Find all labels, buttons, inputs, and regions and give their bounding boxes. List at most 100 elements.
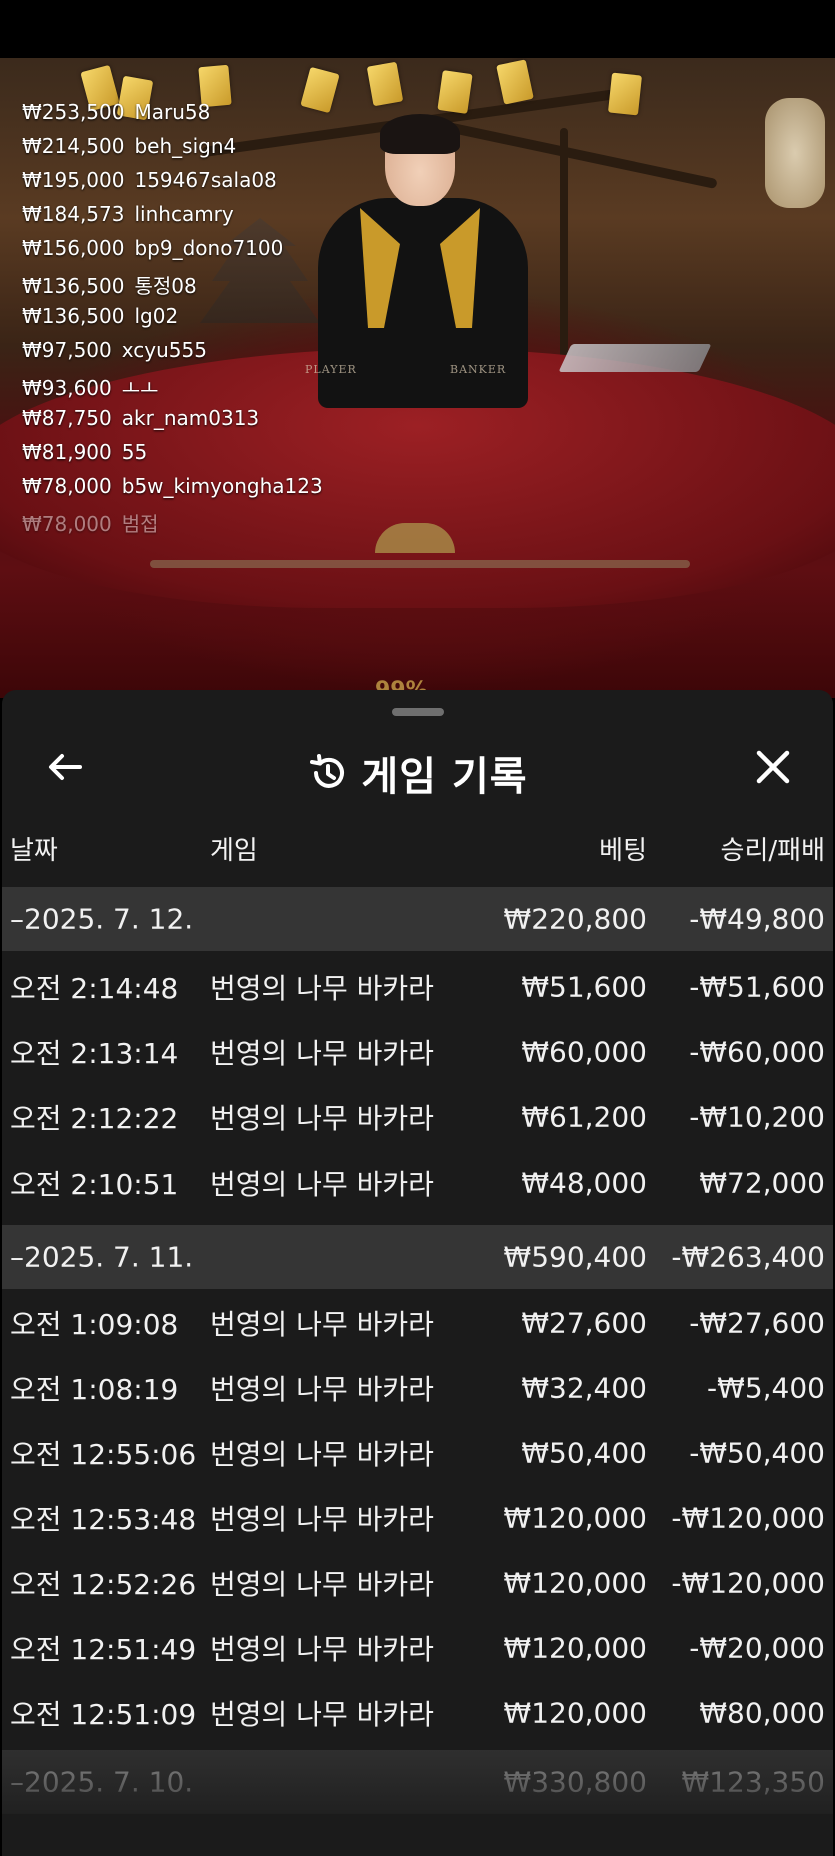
group-date: –2025. 7. 12. (10, 902, 194, 936)
bettor-amount: ₩87,750 (22, 406, 112, 430)
game-time: 오전 12:55:06 (10, 1438, 197, 1471)
bettor-name: linhcamry (134, 202, 234, 226)
game-row[interactable]: 오전 12:55:06 번영의 나무 바카라 ₩50,400 -₩50,400 (2, 1420, 833, 1486)
bettor-name: bp9_dono7100 (134, 236, 284, 260)
gold-card-decoration (366, 61, 404, 107)
bettor-row: ₩78,000 b5w_kimyongha123 (22, 474, 323, 498)
date-group-row[interactable]: –2025. 7. 10. ₩330,800 ₩123,350 (2, 1750, 833, 1814)
game-result: -₩20,000 (689, 1631, 825, 1665)
bettor-row: ₩87,750 akr_nam0313 (22, 406, 259, 430)
game-bet: ₩120,000 (503, 1631, 647, 1665)
table-rim (150, 560, 690, 568)
game-time: 오전 2:13:14 (10, 1037, 179, 1070)
game-name: 번영의 나무 바카라 (210, 1373, 434, 1406)
game-name: 번영의 나무 바카라 (210, 1308, 434, 1341)
bettor-amount: ₩136,500 (22, 304, 125, 328)
game-time: 오전 2:12:22 (10, 1102, 179, 1135)
game-bet: ₩61,200 (521, 1100, 647, 1134)
game-bet: ₩27,600 (521, 1306, 647, 1340)
bettor-name: lg02 (134, 304, 179, 328)
column-header-game: 게임 (210, 836, 258, 866)
game-bet: ₩60,000 (521, 1035, 647, 1069)
bettor-row: ₩214,500 beh_sign4 (22, 134, 236, 158)
bettor-name: xcyu555 (121, 338, 207, 362)
sheet-title: 게임 기록 (2, 744, 833, 802)
game-time: 오전 12:51:49 (10, 1633, 197, 1666)
game-name: 번영의 나무 바카라 (210, 1168, 434, 1201)
bettor-row: ₩78,000 범접 (22, 508, 159, 537)
page-title: 게임 기록 (361, 754, 528, 800)
bettor-amount: ₩253,500 (22, 100, 125, 124)
game-result: -₩51,600 (689, 970, 825, 1004)
game-result: -₩120,000 (671, 1566, 825, 1600)
game-row[interactable]: 오전 2:14:48 번영의 나무 바카라 ₩51,600 -₩51,600 (2, 954, 833, 1020)
bettor-name: 55 (121, 440, 148, 464)
game-row[interactable]: 오전 12:52:26 번영의 나무 바카라 ₩120,000 -₩120,00… (2, 1550, 833, 1616)
card-shoe (558, 344, 712, 372)
game-bet: ₩51,600 (521, 970, 647, 1004)
game-row[interactable]: 오전 12:51:09 번영의 나무 바카라 ₩120,000 ₩80,000 (2, 1680, 833, 1746)
bettor-row: ₩184,573 linhcamry (22, 202, 234, 226)
game-time: 오전 1:08:19 (10, 1373, 179, 1406)
game-result: -₩5,400 (707, 1371, 825, 1405)
gold-card-decoration (300, 66, 340, 114)
gold-card-decoration (607, 72, 643, 116)
game-row[interactable]: 오전 2:13:14 번영의 나무 바카라 ₩60,000 -₩60,000 (2, 1019, 833, 1085)
gold-card-decoration (496, 59, 534, 105)
history-icon (310, 754, 345, 788)
game-name: 번영의 나무 바카라 (210, 1037, 434, 1070)
game-name: 번영의 나무 바카라 (210, 1698, 434, 1731)
game-row[interactable]: 오전 1:09:08 번영의 나무 바카라 ₩27,600 -₩27,600 (2, 1290, 833, 1356)
game-bet: ₩120,000 (503, 1696, 647, 1730)
tree-branch (422, 116, 718, 190)
bettor-amount: ₩184,573 (22, 202, 125, 226)
game-row[interactable]: 오전 2:12:22 번영의 나무 바카라 ₩61,200 -₩10,200 (2, 1084, 833, 1150)
bettor-row: ₩195,000 159467sala08 (22, 168, 277, 192)
bettor-row: ₩253,500 Maru58 (22, 100, 210, 124)
group-result-total: -₩263,400 (671, 1240, 825, 1274)
column-header-bet: 베팅 (599, 836, 647, 866)
game-result: -₩50,400 (689, 1436, 825, 1470)
game-row[interactable]: 오전 1:08:19 번영의 나무 바카라 ₩32,400 -₩5,400 (2, 1355, 833, 1421)
game-row[interactable]: 오전 2:10:51 번영의 나무 바카라 ₩48,000 ₩72,000 (2, 1150, 833, 1216)
game-bet: ₩50,400 (521, 1436, 647, 1470)
game-history-sheet: 게임 기록 날짜 게임 베팅 승리/패배 –2025. 7. 12. ₩220,… (2, 690, 833, 1856)
game-result: ₩72,000 (699, 1166, 825, 1200)
date-group-row[interactable]: –2025. 7. 11. ₩590,400 -₩263,400 (2, 1225, 833, 1289)
date-group-row[interactable]: –2025. 7. 12. ₩220,800 -₩49,800 (2, 887, 833, 951)
game-time: 오전 12:53:48 (10, 1503, 197, 1536)
game-bet: ₩120,000 (503, 1566, 647, 1600)
sheet-header: 게임 기록 (2, 720, 833, 820)
bettor-name: beh_sign4 (134, 134, 237, 158)
bettor-name: 통정08 (134, 274, 197, 298)
close-button[interactable] (748, 742, 798, 792)
group-bet-total: ₩330,800 (503, 1765, 647, 1799)
game-name: 번영의 나무 바카라 (210, 1503, 434, 1536)
bettor-name: b5w_kimyongha123 (121, 474, 323, 498)
bettor-amount: ₩214,500 (22, 134, 125, 158)
game-time: 오전 12:51:09 (10, 1698, 197, 1731)
bettor-amount: ₩93,600 (22, 376, 112, 400)
drag-handle[interactable] (392, 708, 444, 716)
bettor-name: Maru58 (134, 100, 211, 124)
game-time: 오전 1:09:08 (10, 1308, 179, 1341)
game-result: -₩27,600 (689, 1306, 825, 1340)
bettor-amount: ₩78,000 (22, 474, 112, 498)
group-date: –2025. 7. 11. (10, 1240, 194, 1274)
game-result: -₩60,000 (689, 1035, 825, 1069)
dealer-hair (380, 114, 460, 154)
bettor-row: ₩136,500 통정08 (22, 270, 197, 299)
dealer-body (318, 198, 528, 408)
bettor-name: akr_nam0313 (121, 406, 260, 430)
game-bet: ₩48,000 (521, 1166, 647, 1200)
bettor-row: ₩81,900 55 (22, 440, 147, 464)
bettor-row: ₩156,000 bp9_dono7100 (22, 236, 283, 260)
game-row[interactable]: 오전 12:51:49 번영의 나무 바카라 ₩120,000 -₩20,000 (2, 1615, 833, 1681)
game-row[interactable]: 오전 12:53:48 번영의 나무 바카라 ₩120,000 -₩120,00… (2, 1485, 833, 1551)
game-bet: ₩120,000 (503, 1501, 647, 1535)
game-result: -₩10,200 (689, 1100, 825, 1134)
table-label-banker: BANKER (450, 363, 507, 376)
group-date: –2025. 7. 10. (10, 1765, 194, 1799)
column-header-date: 날짜 (10, 836, 58, 866)
game-bet: ₩32,400 (521, 1371, 647, 1405)
